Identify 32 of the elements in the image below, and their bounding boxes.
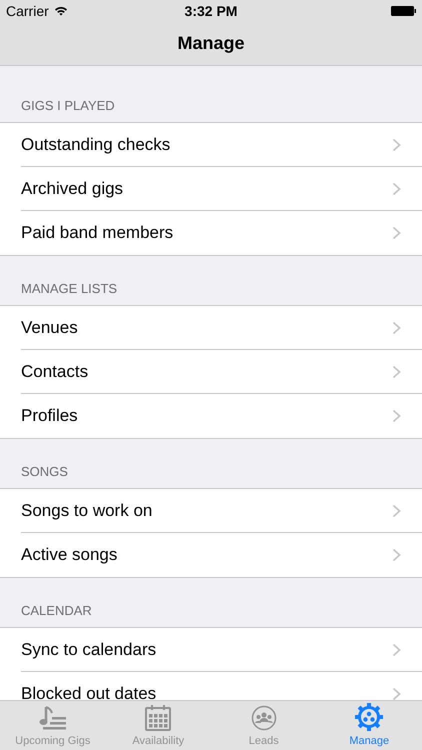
chevron-icon <box>392 548 401 562</box>
row-label: Outstanding checks <box>21 134 170 156</box>
chevron-icon <box>392 320 401 334</box>
row-label: Active songs <box>21 544 118 566</box>
row-label: Profiles <box>21 405 78 428</box>
carrier-label: Carrier <box>6 2 49 20</box>
chevron-icon <box>392 642 401 656</box>
row-label: Sync to calendars <box>21 638 156 661</box>
section-header: MANAGE LISTS <box>21 280 118 298</box>
section-header: GIGS I PLAYED <box>21 96 115 114</box>
section-header: CALENDAR <box>21 602 92 620</box>
music-note-icon <box>38 704 67 730</box>
section-header: SONGS <box>21 462 68 480</box>
chevron-icon <box>392 138 401 152</box>
chevron-icon <box>392 409 401 423</box>
people-icon <box>250 704 277 730</box>
status-time: 3:32 PM <box>184 2 238 20</box>
chevron-icon <box>392 226 401 240</box>
gear-icon <box>355 702 384 730</box>
screen-title: Manage <box>177 32 245 55</box>
row-label: Songs to work on <box>21 500 152 522</box>
battery-icon <box>391 6 416 16</box>
row-label: Archived gigs <box>21 178 124 200</box>
row-label: Contacts <box>21 360 88 383</box>
row-label: Venues <box>21 316 78 339</box>
calendar-icon <box>145 704 172 730</box>
row-label: Paid band members <box>21 222 174 244</box>
wifi-icon <box>54 6 68 16</box>
chevron-icon <box>392 364 401 378</box>
chevron-icon <box>392 182 401 196</box>
chevron-icon <box>392 504 401 518</box>
row-label: Blocked out dates <box>21 683 156 700</box>
